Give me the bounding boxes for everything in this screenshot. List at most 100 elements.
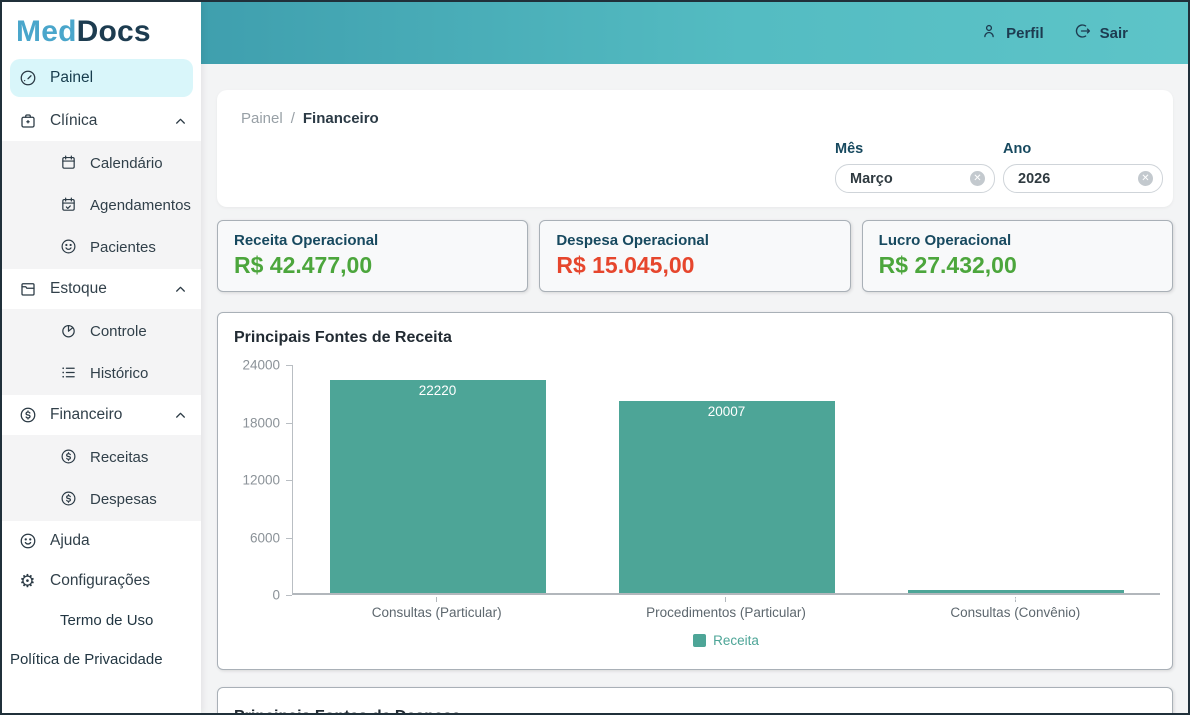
revenue-chart-title: Principais Fontes de Receita: [234, 329, 1156, 347]
logo-part-docs: Docs: [77, 15, 151, 48]
sidebar-link-termo-de-uso[interactable]: Termo de Uso: [2, 601, 201, 640]
x-category-label: Consultas (Particular): [372, 605, 502, 620]
sidebar-item-label: Clínica: [50, 111, 97, 131]
chart-bar-slot: 250: [871, 365, 1160, 593]
year-filter: Ano 2026 ✕: [1003, 141, 1163, 193]
y-tick-label: 24000: [242, 358, 280, 373]
list-icon: [60, 364, 78, 382]
card-value: R$ 27.432,00: [879, 252, 1156, 279]
summary-card-receita: Receita Operacional R$ 42.477,00: [217, 220, 528, 292]
breadcrumb-separator: /: [291, 110, 295, 127]
breadcrumb: Painel / Financeiro: [241, 110, 1149, 127]
summary-card-despesa: Despesa Operacional R$ 15.045,00: [539, 220, 850, 292]
revenue-chart: 06000120001800024000 22220 20007 250 Consu…: [234, 355, 1156, 655]
y-tick-mark: [286, 595, 292, 596]
sidebar-item-label: Financeiro: [50, 405, 122, 425]
profile-button[interactable]: Perfil: [980, 22, 1044, 44]
expense-chart-card: Principais Fontes de Despesa: [217, 687, 1173, 713]
sidebar-item-label: Ajuda: [50, 531, 90, 551]
expense-chart-title: Principais Fontes de Despesa: [234, 708, 1156, 713]
sidebar-item-ajuda[interactable]: Ajuda: [2, 521, 201, 561]
summary-card-lucro: Lucro Operacional R$ 27.432,00: [862, 220, 1173, 292]
calendar-check-icon: [60, 196, 78, 214]
medical-bag-icon: [18, 112, 37, 131]
month-filter-label: Mês: [835, 141, 995, 157]
chart-bar-slot: 20007: [582, 365, 871, 593]
dollar-circle-icon: [18, 406, 37, 425]
sidebar-item-receitas[interactable]: Receitas: [2, 436, 201, 478]
chevron-up-icon: [174, 283, 187, 296]
clear-icon[interactable]: ✕: [970, 171, 985, 186]
card-title: Lucro Operacional: [879, 232, 1156, 249]
month-select[interactable]: Março ✕: [835, 164, 995, 193]
sidebar-subgroup-clinica: Calendário Agendamentos Pacientes: [2, 141, 201, 269]
chart-bar-slot: 22220: [293, 365, 582, 593]
sidebar-item-label: Pacientes: [90, 239, 156, 256]
revenue-chart-card: Principais Fontes de Receita 06000120001…: [217, 312, 1173, 670]
gear-icon: ⚙: [18, 572, 37, 591]
filters: Mês Março ✕ Ano 2026 ✕: [835, 141, 1163, 193]
y-tick-label: 12000: [242, 473, 280, 488]
logo-part-med: Med: [16, 15, 77, 48]
sidebar-item-label: Despesas: [90, 491, 157, 508]
sidebar-item-label: Histórico: [90, 365, 148, 382]
sidebar-item-configuracoes[interactable]: ⚙ Configurações: [2, 561, 201, 601]
logout-button[interactable]: Sair: [1074, 22, 1128, 44]
card-title: Despesa Operacional: [556, 232, 833, 249]
sidebar-subgroup-estoque: Controle Histórico: [2, 309, 201, 395]
app-logo[interactable]: MedDocs: [2, 2, 201, 57]
sidebar-item-label: Configurações: [50, 571, 150, 591]
summary-cards: Receita Operacional R$ 42.477,00 Despesa…: [217, 220, 1173, 292]
x-tick-mark: [725, 597, 726, 602]
x-category-label: Procedimentos (Particular): [646, 605, 806, 620]
sidebar-item-label: Receitas: [90, 449, 148, 466]
clear-icon[interactable]: ✕: [1138, 171, 1153, 186]
box-icon: [18, 280, 37, 299]
sidebar-item-label: Controle: [90, 323, 147, 340]
sidebar-item-painel[interactable]: Painel: [2, 57, 201, 101]
year-select[interactable]: 2026 ✕: [1003, 164, 1163, 193]
chart-bar: 250: [908, 590, 1124, 593]
breadcrumb-parent[interactable]: Painel: [241, 110, 283, 127]
sidebar-item-historico[interactable]: Histórico: [2, 352, 201, 394]
sidebar-item-label: Estoque: [50, 279, 107, 299]
legend-swatch: [693, 634, 706, 647]
bar-value-label: 250: [908, 593, 1124, 608]
x-category: Consultas (Particular): [292, 597, 581, 620]
bar-value-label: 20007: [619, 404, 835, 419]
logout-label: Sair: [1100, 25, 1128, 42]
sidebar-item-agendamentos[interactable]: Agendamentos: [2, 184, 201, 226]
pie-chart-icon: [60, 322, 78, 340]
legend-label: Receita: [713, 633, 759, 648]
sidebar: MedDocs Painel Clínica: [2, 2, 201, 713]
dollar-circle-icon: [60, 448, 78, 466]
sidebar-link-politica-privacidade[interactable]: Política de Privacidade: [2, 640, 201, 679]
month-select-value: Março: [850, 171, 893, 187]
smiley-icon: [60, 238, 78, 256]
month-filter: Mês Março ✕: [835, 141, 995, 193]
sidebar-item-despesas[interactable]: Despesas: [2, 478, 201, 520]
profile-label: Perfil: [1006, 25, 1044, 42]
chevron-up-icon: [174, 115, 187, 128]
x-tick-mark: [436, 597, 437, 602]
sidebar-item-pacientes[interactable]: Pacientes: [2, 226, 201, 268]
chart-y-axis: 06000120001800024000: [234, 365, 292, 595]
gauge-icon: [18, 69, 37, 88]
sidebar-item-financeiro[interactable]: Financeiro: [2, 395, 201, 435]
sidebar-subgroup-financeiro: Receitas Despesas: [2, 435, 201, 521]
chart-bar: 22220: [330, 380, 546, 593]
main-content: Painel / Financeiro Mês Março ✕ Ano: [201, 64, 1188, 713]
app-window: MedDocs Painel Clínica: [0, 0, 1190, 715]
sidebar-item-controle[interactable]: Controle: [2, 310, 201, 352]
card-value: R$ 15.045,00: [556, 252, 833, 279]
card-title: Receita Operacional: [234, 232, 511, 249]
chart-legend[interactable]: Receita: [292, 633, 1160, 648]
content-area: Perfil Sair Painel / Financeiro Mês: [201, 2, 1188, 713]
breadcrumb-current: Financeiro: [303, 110, 379, 127]
sidebar-item-label: Calendário: [90, 155, 163, 172]
sidebar-item-estoque[interactable]: Estoque: [2, 269, 201, 309]
card-value: R$ 42.477,00: [234, 252, 511, 279]
sidebar-item-clinica[interactable]: Clínica: [2, 101, 201, 141]
x-category: Procedimentos (Particular): [581, 597, 870, 620]
sidebar-item-calendario[interactable]: Calendário: [2, 142, 201, 184]
